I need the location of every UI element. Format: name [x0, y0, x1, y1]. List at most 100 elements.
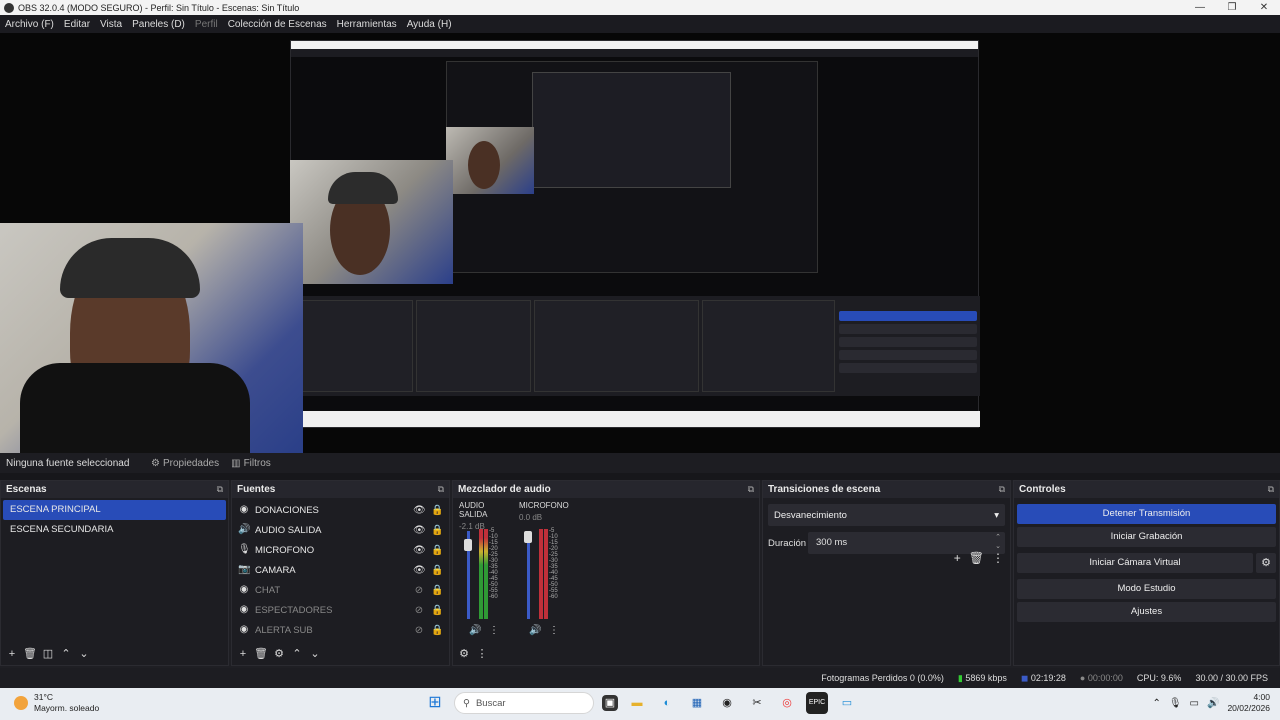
lock-icon[interactable]: 🔒 — [431, 605, 443, 616]
eye-hidden-icon[interactable]: ⊘ — [413, 625, 425, 636]
undock-icon[interactable]: ⧉ — [1268, 484, 1274, 495]
undock-icon[interactable]: ⧉ — [217, 484, 223, 495]
stop-stream-button[interactable]: Detener Transmisión — [1017, 504, 1276, 524]
source-item-espectadores[interactable]: ◉ ESPECTADORES ⊘ 🔒 — [232, 600, 449, 620]
taskbar-search[interactable]: ⚲ Buscar — [454, 692, 594, 714]
source-item-microfono[interactable]: 🎙 MICROFONO 👁 🔒 — [232, 540, 449, 560]
undock-icon[interactable]: ⧉ — [748, 484, 754, 495]
channel-name: AUDIO SALIDA — [459, 501, 488, 519]
spinner-icon[interactable]: ⌃ ⌄ — [995, 533, 1001, 551]
chevron-up-icon[interactable]: ⌃ — [1152, 698, 1160, 709]
source-item-audio-salida[interactable]: 🔊 AUDIO SALIDA 👁 🔒 — [232, 520, 449, 540]
eye-hidden-icon[interactable]: ⊘ — [413, 605, 425, 616]
start-record-button[interactable]: Iniciar Grabación — [1017, 527, 1276, 547]
lock-icon[interactable]: 🔒 — [431, 545, 443, 556]
menu-editar[interactable]: Editar — [59, 19, 95, 30]
lock-icon[interactable]: 🔒 — [431, 525, 443, 536]
window-controls: — ❐ ✕ — [1184, 0, 1280, 15]
transition-menu-icon[interactable]: ⋮ — [992, 551, 1004, 565]
microphone-icon[interactable]: 🎙 — [1169, 698, 1182, 709]
epic-games-icon[interactable]: EPIC — [806, 692, 828, 714]
move-up-icon[interactable]: ⌃ — [59, 647, 73, 661]
add-scene-icon[interactable]: + — [5, 647, 19, 661]
source-properties-icon[interactable]: ⚙ — [272, 647, 286, 661]
capcut-icon[interactable]: ✂ — [746, 692, 768, 714]
move-up-icon[interactable]: ⌃ — [290, 647, 304, 661]
no-source-label: Ninguna fuente seleccionad — [6, 457, 130, 469]
maximize-button[interactable]: ❐ — [1216, 0, 1248, 15]
properties-button[interactable]: ⚙ Propiedades — [145, 458, 225, 469]
store-icon[interactable]: ▦ — [686, 692, 708, 714]
scene-item-secundaria[interactable]: ESCENA SECUNDARIA — [3, 520, 226, 540]
search-icon: ⚲ — [463, 697, 470, 709]
move-down-icon[interactable]: ⌄ — [77, 647, 91, 661]
obs-app-icon[interactable]: ◉ — [716, 692, 738, 714]
close-button[interactable]: ✕ — [1248, 0, 1280, 15]
volume-fader[interactable] — [527, 531, 530, 619]
menu-paneles[interactable]: Paneles (D) — [127, 19, 190, 30]
lock-icon[interactable]: 🔒 — [431, 505, 443, 516]
menu-ayuda[interactable]: Ayuda (H) — [402, 19, 457, 30]
mixer-menu-icon[interactable]: ⋮ — [475, 647, 489, 661]
lock-icon[interactable]: 🔒 — [431, 625, 443, 636]
record-icon: ● — [1079, 673, 1086, 683]
scene-item-principal[interactable]: ESCENA PRINCIPAL — [3, 500, 226, 520]
remove-scene-icon[interactable]: 🗑 — [23, 647, 37, 661]
advanced-audio-icon[interactable]: ⚙ — [457, 647, 471, 661]
eye-icon[interactable]: 👁 — [413, 525, 426, 536]
eye-icon[interactable]: 👁 — [413, 565, 426, 576]
chrome-icon[interactable]: ◎ — [776, 692, 798, 714]
mixer-title: Mezclador de audio — [458, 484, 551, 495]
sources-title: Fuentes — [237, 484, 276, 495]
windows-start-icon[interactable]: ⊞ — [424, 692, 446, 714]
add-transition-icon[interactable]: + — [954, 551, 961, 565]
undock-icon[interactable]: ⧉ — [438, 484, 444, 495]
clock[interactable]: 4:00 20/02/2026 — [1227, 692, 1270, 714]
minimize-button[interactable]: — — [1184, 0, 1216, 15]
eye-hidden-icon[interactable]: ⊘ — [413, 585, 425, 596]
edge-icon[interactable]: ◐ — [656, 692, 678, 714]
more-options-icon[interactable]: ⋮ — [549, 625, 559, 636]
volume-knob[interactable] — [524, 531, 532, 543]
mute-speaker-icon[interactable]: 🔊 — [469, 625, 481, 636]
virtual-camera-button[interactable]: Iniciar Cámara Virtual — [1017, 553, 1253, 573]
controls-dock: Controles ⧉ Detener Transmisión Iniciar G… — [1013, 480, 1280, 666]
move-down-icon[interactable]: ⌄ — [308, 647, 322, 661]
source-item-donaciones[interactable]: ◉ DONACIONES 👁 🔒 — [232, 500, 449, 520]
source-item-chat[interactable]: ◉ CHAT ⊘ 🔒 — [232, 580, 449, 600]
remove-transition-icon[interactable]: 🗑 — [969, 551, 984, 565]
network-icon[interactable]: ▭ — [1190, 698, 1199, 709]
undock-icon[interactable]: ⧉ — [999, 484, 1005, 495]
settings-button[interactable]: Ajustes — [1017, 602, 1276, 622]
menu-perfil[interactable]: Perfil — [190, 19, 223, 30]
volume-icon[interactable]: 🔊 — [1207, 698, 1219, 709]
lock-icon[interactable]: 🔒 — [431, 565, 443, 576]
app-icon[interactable]: ▭ — [836, 692, 858, 714]
eye-icon[interactable]: 👁 — [413, 505, 426, 516]
source-item-camara[interactable]: 📷 CAMARA 👁 🔒 — [232, 560, 449, 580]
gear-icon[interactable]: ⚙ — [1256, 553, 1276, 573]
transitions-dock: Transiciones de escena ⧉ Desvanecimiento ▾… — [762, 480, 1011, 666]
more-options-icon[interactable]: ⋮ — [489, 625, 499, 636]
weather-widget[interactable]: 31°C Mayorm. soleado — [14, 692, 99, 714]
remove-source-icon[interactable]: 🗑 — [254, 647, 268, 661]
studio-mode-button[interactable]: Modo Estudio — [1017, 579, 1276, 599]
task-view-icon[interactable]: ▣ — [602, 695, 618, 711]
volume-knob[interactable] — [464, 539, 472, 551]
transition-select[interactable]: Desvanecimiento ▾ — [768, 504, 1005, 526]
scene-filters-icon[interactable]: ◫ — [41, 647, 55, 661]
lock-icon[interactable]: 🔒 — [431, 585, 443, 596]
signal-icon: ▮ — [957, 672, 963, 683]
filters-button[interactable]: ▥ Filtros — [225, 458, 277, 469]
webcam-feed — [0, 223, 303, 453]
menu-coleccion-escenas[interactable]: Colección de Escenas — [223, 19, 332, 30]
scenes-title: Escenas — [6, 484, 47, 495]
menu-vista[interactable]: Vista — [95, 19, 127, 30]
eye-icon[interactable]: 👁 — [413, 545, 426, 556]
add-source-icon[interactable]: + — [236, 647, 250, 661]
mute-speaker-icon[interactable]: 🔊 — [529, 625, 541, 636]
file-explorer-icon[interactable]: ▬ — [626, 692, 648, 714]
menu-herramientas[interactable]: Herramientas — [332, 19, 402, 30]
source-item-alerta-sub[interactable]: ◉ ALERTA SUB ⊘ 🔒 — [232, 620, 449, 640]
menu-archivo[interactable]: Archivo (F) — [0, 19, 59, 30]
